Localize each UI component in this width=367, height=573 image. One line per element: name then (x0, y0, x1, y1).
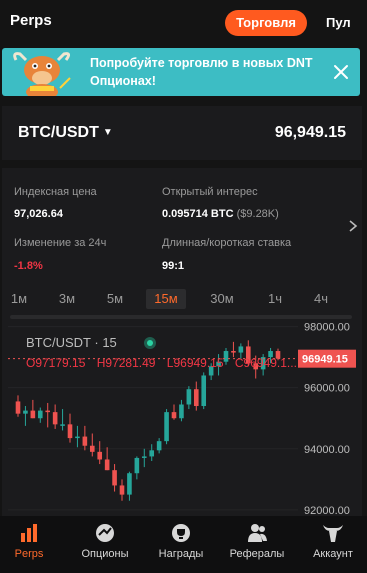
timeframe-1h[interactable]: 1ч (258, 289, 292, 309)
candle-body (141, 456, 147, 458)
close-icon[interactable] (330, 61, 352, 83)
nav-options-label: Опционы (81, 548, 129, 560)
candle-body (134, 457, 140, 474)
nav-account-label: Аккаунт (313, 548, 353, 560)
pair-selector[interactable]: BTC/USDT ▼ (18, 124, 113, 142)
nav-perps-label: Perps (14, 548, 44, 560)
top-header: Perps Торговля Пул (0, 0, 367, 44)
index-price-value: 97,026.64 (14, 208, 63, 220)
ratio-value: 99:1 (162, 260, 185, 272)
ohlc-readout: O97179.15 H97281.49 L96949.15 C96949.1..… (26, 356, 297, 370)
bull-mascot-icon (13, 52, 71, 96)
candle-body (112, 470, 117, 486)
candle-body (75, 436, 80, 439)
change-label: Изменение за 24ч (14, 237, 107, 249)
users-icon (248, 524, 267, 542)
candle-body (67, 424, 73, 439)
divider (2, 160, 362, 168)
price-chart[interactable]: BTC/USDT · 15 O97179.15 H97281.49 L96949… (2, 322, 362, 516)
nav-account[interactable]: Аккаунт (298, 522, 367, 560)
change-value: -1.8% (14, 260, 43, 272)
current-price-label: 96949.15 (302, 354, 348, 366)
nav-options[interactable]: Опционы (70, 522, 140, 560)
bottom-nav: Perps Опционы Награды Рефералы Аккаунт (0, 516, 367, 573)
bull-account-icon (323, 525, 343, 542)
candle-body (15, 401, 21, 414)
candle-body (201, 375, 207, 407)
candle-body (23, 410, 28, 414)
candle-body (164, 412, 169, 442)
ratio-label: Длинная/короткая ставка (162, 237, 292, 249)
bar-chart-icon (21, 524, 37, 542)
candle-body (37, 410, 43, 419)
timeframe-30m[interactable]: 30м (204, 289, 240, 309)
gauge-icon (96, 524, 114, 542)
candle-body (149, 450, 155, 457)
candle-body (179, 404, 184, 419)
nav-referrals[interactable]: Рефералы (222, 522, 292, 560)
candle-body (156, 441, 162, 451)
timeframe-4h[interactable]: 4ч (304, 289, 338, 309)
y-tick-label: 92000.00 (304, 505, 350, 516)
candle-body (30, 410, 36, 419)
open-interest-usd: ($9.28K) (236, 208, 279, 220)
last-price: 96,949.15 (274, 124, 346, 141)
timeframe-3m[interactable]: 3м (50, 289, 84, 309)
timeframe-1m[interactable]: 1м (2, 289, 36, 309)
candle-body (186, 389, 192, 405)
candle-body (231, 351, 236, 353)
promo-banner[interactable]: Попробуйте торговлю в новых DNT Опционах… (2, 48, 360, 96)
caret-down-icon: ▼ (102, 127, 113, 139)
timeframe-15m[interactable]: 15м (146, 289, 186, 309)
index-price-label: Индексная цена (14, 186, 97, 198)
candle-body (127, 473, 132, 495)
candle-body (104, 459, 110, 471)
chevron-right-icon[interactable] (348, 219, 358, 233)
y-tick-label: 98000.00 (304, 322, 350, 334)
candle-body (193, 389, 199, 407)
candle-body (97, 451, 103, 460)
timeframe-5m[interactable]: 5м (98, 289, 132, 309)
nav-perps[interactable]: Perps (0, 522, 64, 560)
y-tick-label: 94000.00 (304, 444, 350, 456)
candle-body (89, 445, 95, 452)
pool-tab-button[interactable]: Пул (326, 15, 351, 30)
nav-rewards[interactable]: Награды (146, 522, 216, 560)
trade-tab-button[interactable]: Торговля (225, 10, 307, 36)
candle-body (82, 436, 88, 446)
candle-body (171, 412, 177, 419)
chart-title: BTC/USDT · 15 (26, 335, 117, 350)
ohlc-open: O97179.15 (26, 356, 86, 370)
trophy-icon (172, 524, 190, 542)
candle-body (60, 424, 65, 426)
open-interest-btc: 0.095714 BTC (162, 208, 234, 220)
ohlc-low: L96949.15 (167, 356, 224, 370)
open-interest-label: Открытый интерес (162, 186, 258, 198)
scroll-bar[interactable] (10, 315, 352, 319)
candle-body (119, 485, 125, 495)
banner-text: Попробуйте торговлю в новых DNT Опционах… (90, 56, 313, 88)
ohlc-close: C96949.1... (235, 356, 297, 370)
timeframe-selector: 1м 3м 5м 15м 30м 1ч 4ч (2, 289, 362, 311)
pair-label: BTC/USDT (18, 124, 99, 141)
open-interest-value: 0.095714 BTC ($9.28K) (162, 208, 279, 220)
page-title: Perps (10, 12, 52, 29)
market-panel: BTC/USDT ▼ 96,949.15 Индексная цена 97,02… (2, 106, 362, 516)
nav-referrals-label: Рефералы (229, 548, 285, 560)
candle-body (52, 412, 58, 425)
candle-body (238, 346, 244, 353)
y-tick-label: 96000.00 (304, 383, 350, 395)
nav-rewards-label: Награды (158, 548, 204, 560)
ohlc-high: H97281.49 (97, 356, 156, 370)
candle-body (45, 410, 51, 413)
